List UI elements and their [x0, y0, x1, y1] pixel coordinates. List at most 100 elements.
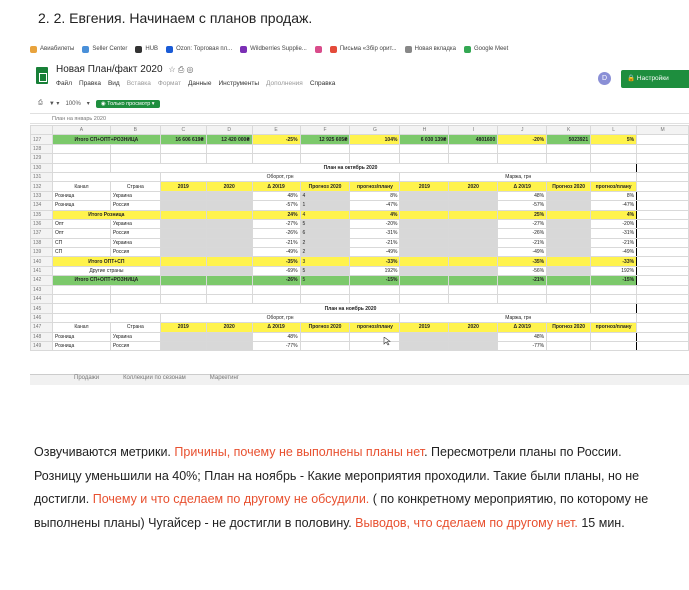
sheet-cell[interactable] [349, 294, 401, 305]
sheet-cell[interactable] [636, 228, 689, 239]
sheet-cell[interactable] [109, 153, 161, 164]
sheet-cell[interactable] [205, 294, 253, 305]
sheet-cell[interactable] [636, 303, 689, 314]
sheet-cell[interactable]: 16 606 619₴ [159, 134, 207, 145]
sheet-cell[interactable]: 6 [299, 228, 351, 239]
row-label[interactable]: Другие страны [51, 265, 161, 277]
column-label[interactable]: 2020 [448, 181, 499, 192]
menu-item[interactable]: Файл [56, 80, 72, 87]
column-label[interactable]: прогноз/плану [590, 322, 638, 333]
row-number[interactable]: 129 [30, 153, 53, 164]
sheet-cell[interactable] [299, 153, 351, 164]
sheet-cell[interactable] [399, 340, 450, 352]
column-header[interactable]: B [109, 124, 161, 136]
row-label[interactable]: Розница [51, 190, 111, 202]
sheet-cell[interactable] [546, 284, 592, 296]
sheet-cell[interactable] [546, 218, 592, 230]
sheet-cell[interactable] [546, 209, 592, 220]
sheet-cell[interactable] [636, 143, 689, 155]
sheet-cell[interactable] [448, 247, 499, 258]
tab-sheet[interactable]: Коллекции по сезонам [123, 375, 186, 385]
row-label[interactable]: Россия [109, 247, 161, 258]
sheet-cell[interactable]: -27% [251, 218, 301, 230]
bookmark-item[interactable]: Wildberries Supplie... [240, 45, 307, 53]
sheet-cell[interactable] [448, 294, 499, 305]
column-label[interactable]: Δ 20/19 [251, 181, 301, 192]
sheet-cell[interactable]: -20% [349, 218, 401, 230]
sheet-cell[interactable] [159, 209, 207, 220]
print-icon[interactable]: ⎙ [38, 100, 43, 107]
sheet-cell[interactable] [546, 340, 592, 352]
row-label[interactable]: Украина [109, 331, 161, 343]
bookmark-item[interactable]: Письма «Збір орит... [329, 45, 397, 53]
column-label[interactable]: Страна [109, 181, 161, 192]
sheet-cell[interactable] [448, 209, 499, 220]
sheet-cell[interactable]: -69% [251, 265, 301, 277]
sheet-cell[interactable] [590, 303, 638, 314]
sheet-cell[interactable]: 4 [299, 190, 351, 202]
column-label[interactable]: 2020 [205, 181, 253, 192]
sheet-cell[interactable] [205, 143, 253, 155]
sheet-cell[interactable] [546, 247, 592, 258]
row-number[interactable]: 135 [30, 209, 53, 220]
sheet-cell[interactable]: -25% [251, 134, 301, 145]
sheet-cell[interactable] [399, 284, 450, 296]
sheet-cell[interactable] [590, 331, 638, 343]
row-label[interactable]: Украина [109, 218, 161, 230]
sheet-cell[interactable] [448, 331, 499, 343]
sheet-cell[interactable] [251, 153, 301, 164]
sheet-cell[interactable] [205, 200, 253, 211]
sheet-cell[interactable] [546, 190, 592, 202]
column-header[interactable]: C [159, 124, 207, 136]
menu-item[interactable]: Вставка [127, 80, 151, 87]
row-label[interactable]: Россия [109, 228, 161, 239]
tab-sheet[interactable]: Маркетинг [210, 375, 239, 385]
column-label[interactable]: прогноз/плану [349, 322, 401, 333]
sheet-cell[interactable]: -77% [251, 340, 301, 352]
menu-item[interactable]: Правка [79, 80, 101, 87]
row-number[interactable]: 132 [30, 181, 53, 192]
sheet-cell[interactable]: -26% [251, 275, 301, 286]
sheet-cell[interactable]: -49% [349, 247, 401, 258]
sheet-cell[interactable] [590, 284, 638, 296]
column-label[interactable]: Прогноз 2020 [546, 181, 592, 192]
sheet-cell[interactable]: -57% [251, 200, 301, 211]
sheet-cell[interactable] [159, 200, 207, 211]
sheet-cell[interactable] [590, 340, 638, 352]
row-label[interactable]: Розница [51, 200, 111, 211]
sheet-cell[interactable] [546, 256, 592, 267]
column-label[interactable]: прогноз/плану [349, 181, 401, 192]
sheet-cell[interactable] [546, 153, 592, 164]
sheet-cell[interactable] [590, 162, 638, 173]
sheet-cell[interactable]: -33% [349, 256, 401, 267]
menu-item[interactable]: Дополнения [266, 80, 303, 87]
group-header[interactable]: Маржа, грн [399, 171, 638, 183]
sheet-cell[interactable]: -47% [590, 200, 638, 211]
sheet-cell[interactable] [448, 143, 499, 155]
row-number[interactable]: 133 [30, 190, 53, 202]
sheet-cell[interactable] [159, 284, 207, 296]
column-header[interactable]: J [497, 124, 548, 136]
sheet-cell[interactable]: 8% [590, 190, 638, 202]
column-label[interactable]: Прогноз 2020 [546, 322, 592, 333]
sheet-cell[interactable] [51, 153, 111, 164]
sheet-cell[interactable] [399, 275, 450, 286]
sheet-cell[interactable] [636, 294, 689, 305]
sheet-cell[interactable] [636, 171, 689, 183]
sheet-cell[interactable] [51, 303, 111, 314]
sheet-cell[interactable] [448, 265, 499, 277]
sheets-logo-icon[interactable] [36, 67, 48, 84]
sheet-cell[interactable]: 192% [349, 265, 401, 277]
doc-title[interactable]: Новая План/факт 2020 [56, 64, 163, 75]
sheet-cell[interactable]: -49% [251, 247, 301, 258]
sheet-cell[interactable] [159, 265, 207, 277]
column-header[interactable]: M [636, 124, 689, 136]
sheet-cell[interactable] [205, 340, 253, 352]
sheet-cell[interactable] [399, 265, 450, 277]
sheet-cell[interactable]: 8% [349, 190, 401, 202]
bookmark-item[interactable]: HUB [135, 45, 158, 53]
row-label[interactable]: Россия [109, 200, 161, 211]
sheet-cell[interactable]: -21% [349, 237, 401, 249]
sheet-cell[interactable]: 48% [497, 190, 548, 202]
row-number[interactable]: 127 [30, 134, 53, 145]
